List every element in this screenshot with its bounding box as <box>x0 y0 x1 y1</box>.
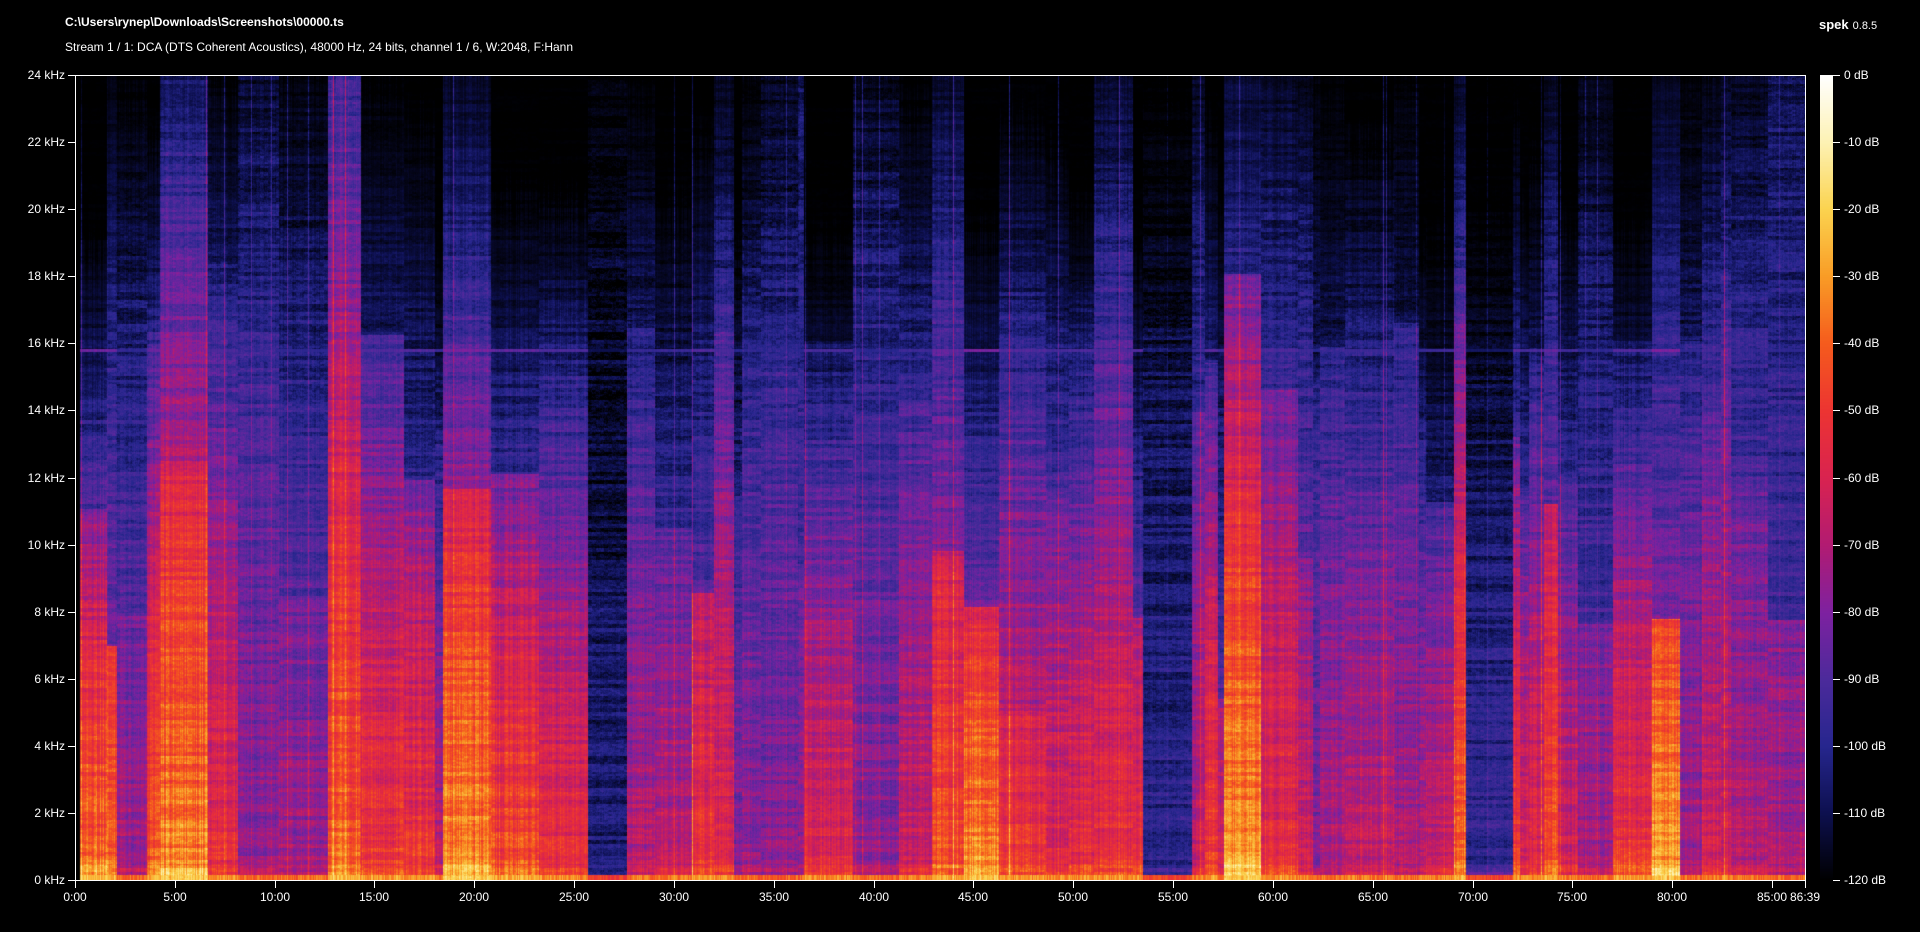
spectrogram-canvas <box>76 76 1805 880</box>
legend-tick-label: -20 dB <box>1844 202 1879 216</box>
app-name: spek <box>1819 17 1849 32</box>
x-tick-label: 35:00 <box>759 891 789 904</box>
x-tick-label: 40:00 <box>859 891 889 904</box>
x-tick-label: 20:00 <box>459 891 489 904</box>
legend-tick-mark <box>1833 880 1840 881</box>
x-tick-mark <box>1572 881 1573 888</box>
y-tick-mark <box>68 880 75 881</box>
y-tick-mark <box>68 276 75 277</box>
legend-tick-mark <box>1833 75 1840 76</box>
legend-tick-mark <box>1833 410 1840 411</box>
x-tick-label: 85:00 <box>1757 891 1787 904</box>
x-tick-mark <box>1073 881 1074 888</box>
y-tick-mark <box>68 813 75 814</box>
x-tick-mark <box>874 881 875 888</box>
legend-tick-label: -100 dB <box>1844 739 1886 753</box>
legend-tick-label: -50 dB <box>1844 403 1879 417</box>
legend-tick-label: -10 dB <box>1844 135 1879 149</box>
x-tick-label: 45:00 <box>958 891 988 904</box>
legend-tick-mark <box>1833 209 1840 210</box>
legend-tick-mark <box>1833 746 1840 747</box>
x-tick-label: 80:00 <box>1657 891 1687 904</box>
legend-tick-label: -110 dB <box>1844 806 1885 820</box>
x-tick-label: 30:00 <box>659 891 689 904</box>
app-version: 0.8.5 <box>1853 20 1877 32</box>
y-tick-mark <box>68 612 75 613</box>
file-path-title: C:\Users\rynep\Downloads\Screenshots\000… <box>65 15 344 29</box>
y-tick-label: 20 kHz <box>0 202 65 216</box>
y-tick-label: 18 kHz <box>0 269 65 283</box>
legend-colorbar-canvas <box>1820 75 1833 881</box>
x-tick-mark <box>1373 881 1374 888</box>
y-tick-label: 12 kHz <box>0 471 65 485</box>
x-tick-mark <box>1273 881 1274 888</box>
legend-tick-label: -40 dB <box>1844 336 1879 350</box>
legend-tick-mark <box>1833 478 1840 479</box>
x-tick-label: 65:00 <box>1358 891 1388 904</box>
x-tick-mark <box>1173 881 1174 888</box>
y-tick-label: 22 kHz <box>0 135 65 149</box>
x-tick-mark <box>574 881 575 888</box>
x-tick-mark <box>674 881 675 888</box>
x-tick-label: 10:00 <box>260 891 290 904</box>
spek-window: C:\Users\rynep\Downloads\Screenshots\000… <box>0 0 1920 932</box>
x-tick-mark <box>1672 881 1673 888</box>
y-tick-label: 2 kHz <box>0 806 65 820</box>
x-tick-mark <box>275 881 276 888</box>
y-tick-label: 10 kHz <box>0 538 65 552</box>
x-tick-mark <box>374 881 375 888</box>
legend-tick-mark <box>1833 142 1840 143</box>
x-tick-label: 86:39 <box>1790 891 1820 904</box>
legend-tick-label: -30 dB <box>1844 269 1879 283</box>
legend-tick-mark <box>1833 545 1840 546</box>
y-tick-mark <box>68 410 75 411</box>
y-tick-label: 14 kHz <box>0 403 65 417</box>
y-tick-label: 6 kHz <box>0 672 65 686</box>
x-tick-label: 0:00 <box>63 891 86 904</box>
y-tick-mark <box>68 478 75 479</box>
legend-tick-mark <box>1833 679 1840 680</box>
stream-info-subtitle: Stream 1 / 1: DCA (DTS Coherent Acoustic… <box>65 40 573 54</box>
legend-tick-label: -60 dB <box>1844 471 1879 485</box>
legend-tick-label: -90 dB <box>1844 672 1879 686</box>
y-tick-mark <box>68 343 75 344</box>
x-tick-mark <box>1473 881 1474 888</box>
x-tick-mark <box>1772 881 1773 888</box>
legend-tick-label: 0 dB <box>1844 68 1869 82</box>
app-brand: spek 0.8.5 <box>1819 16 1877 34</box>
y-tick-label: 24 kHz <box>0 68 65 82</box>
spectrogram-plot <box>75 75 1806 881</box>
x-tick-label: 75:00 <box>1557 891 1587 904</box>
y-tick-mark <box>68 679 75 680</box>
legend-tick-mark <box>1833 343 1840 344</box>
x-tick-label: 25:00 <box>559 891 589 904</box>
y-tick-label: 16 kHz <box>0 336 65 350</box>
y-tick-mark <box>68 142 75 143</box>
x-tick-mark <box>75 881 76 888</box>
x-tick-mark <box>1805 881 1806 888</box>
y-tick-mark <box>68 545 75 546</box>
x-tick-mark <box>175 881 176 888</box>
x-tick-label: 70:00 <box>1458 891 1488 904</box>
y-tick-label: 8 kHz <box>0 605 65 619</box>
legend-tick-mark <box>1833 612 1840 613</box>
legend-tick-label: -80 dB <box>1844 605 1879 619</box>
y-tick-mark <box>68 75 75 76</box>
y-tick-mark <box>68 209 75 210</box>
x-tick-label: 60:00 <box>1258 891 1288 904</box>
x-tick-label: 5:00 <box>163 891 186 904</box>
x-tick-label: 50:00 <box>1058 891 1088 904</box>
legend-tick-label: -70 dB <box>1844 538 1879 552</box>
legend-tick-mark <box>1833 276 1840 277</box>
legend-tick-mark <box>1833 813 1840 814</box>
x-tick-mark <box>774 881 775 888</box>
y-tick-label: 0 kHz <box>0 873 65 887</box>
y-tick-mark <box>68 746 75 747</box>
x-tick-label: 55:00 <box>1158 891 1188 904</box>
legend-tick-label: -120 dB <box>1844 873 1886 887</box>
x-tick-mark <box>474 881 475 888</box>
y-tick-label: 4 kHz <box>0 739 65 753</box>
x-tick-label: 15:00 <box>359 891 389 904</box>
x-tick-mark <box>973 881 974 888</box>
